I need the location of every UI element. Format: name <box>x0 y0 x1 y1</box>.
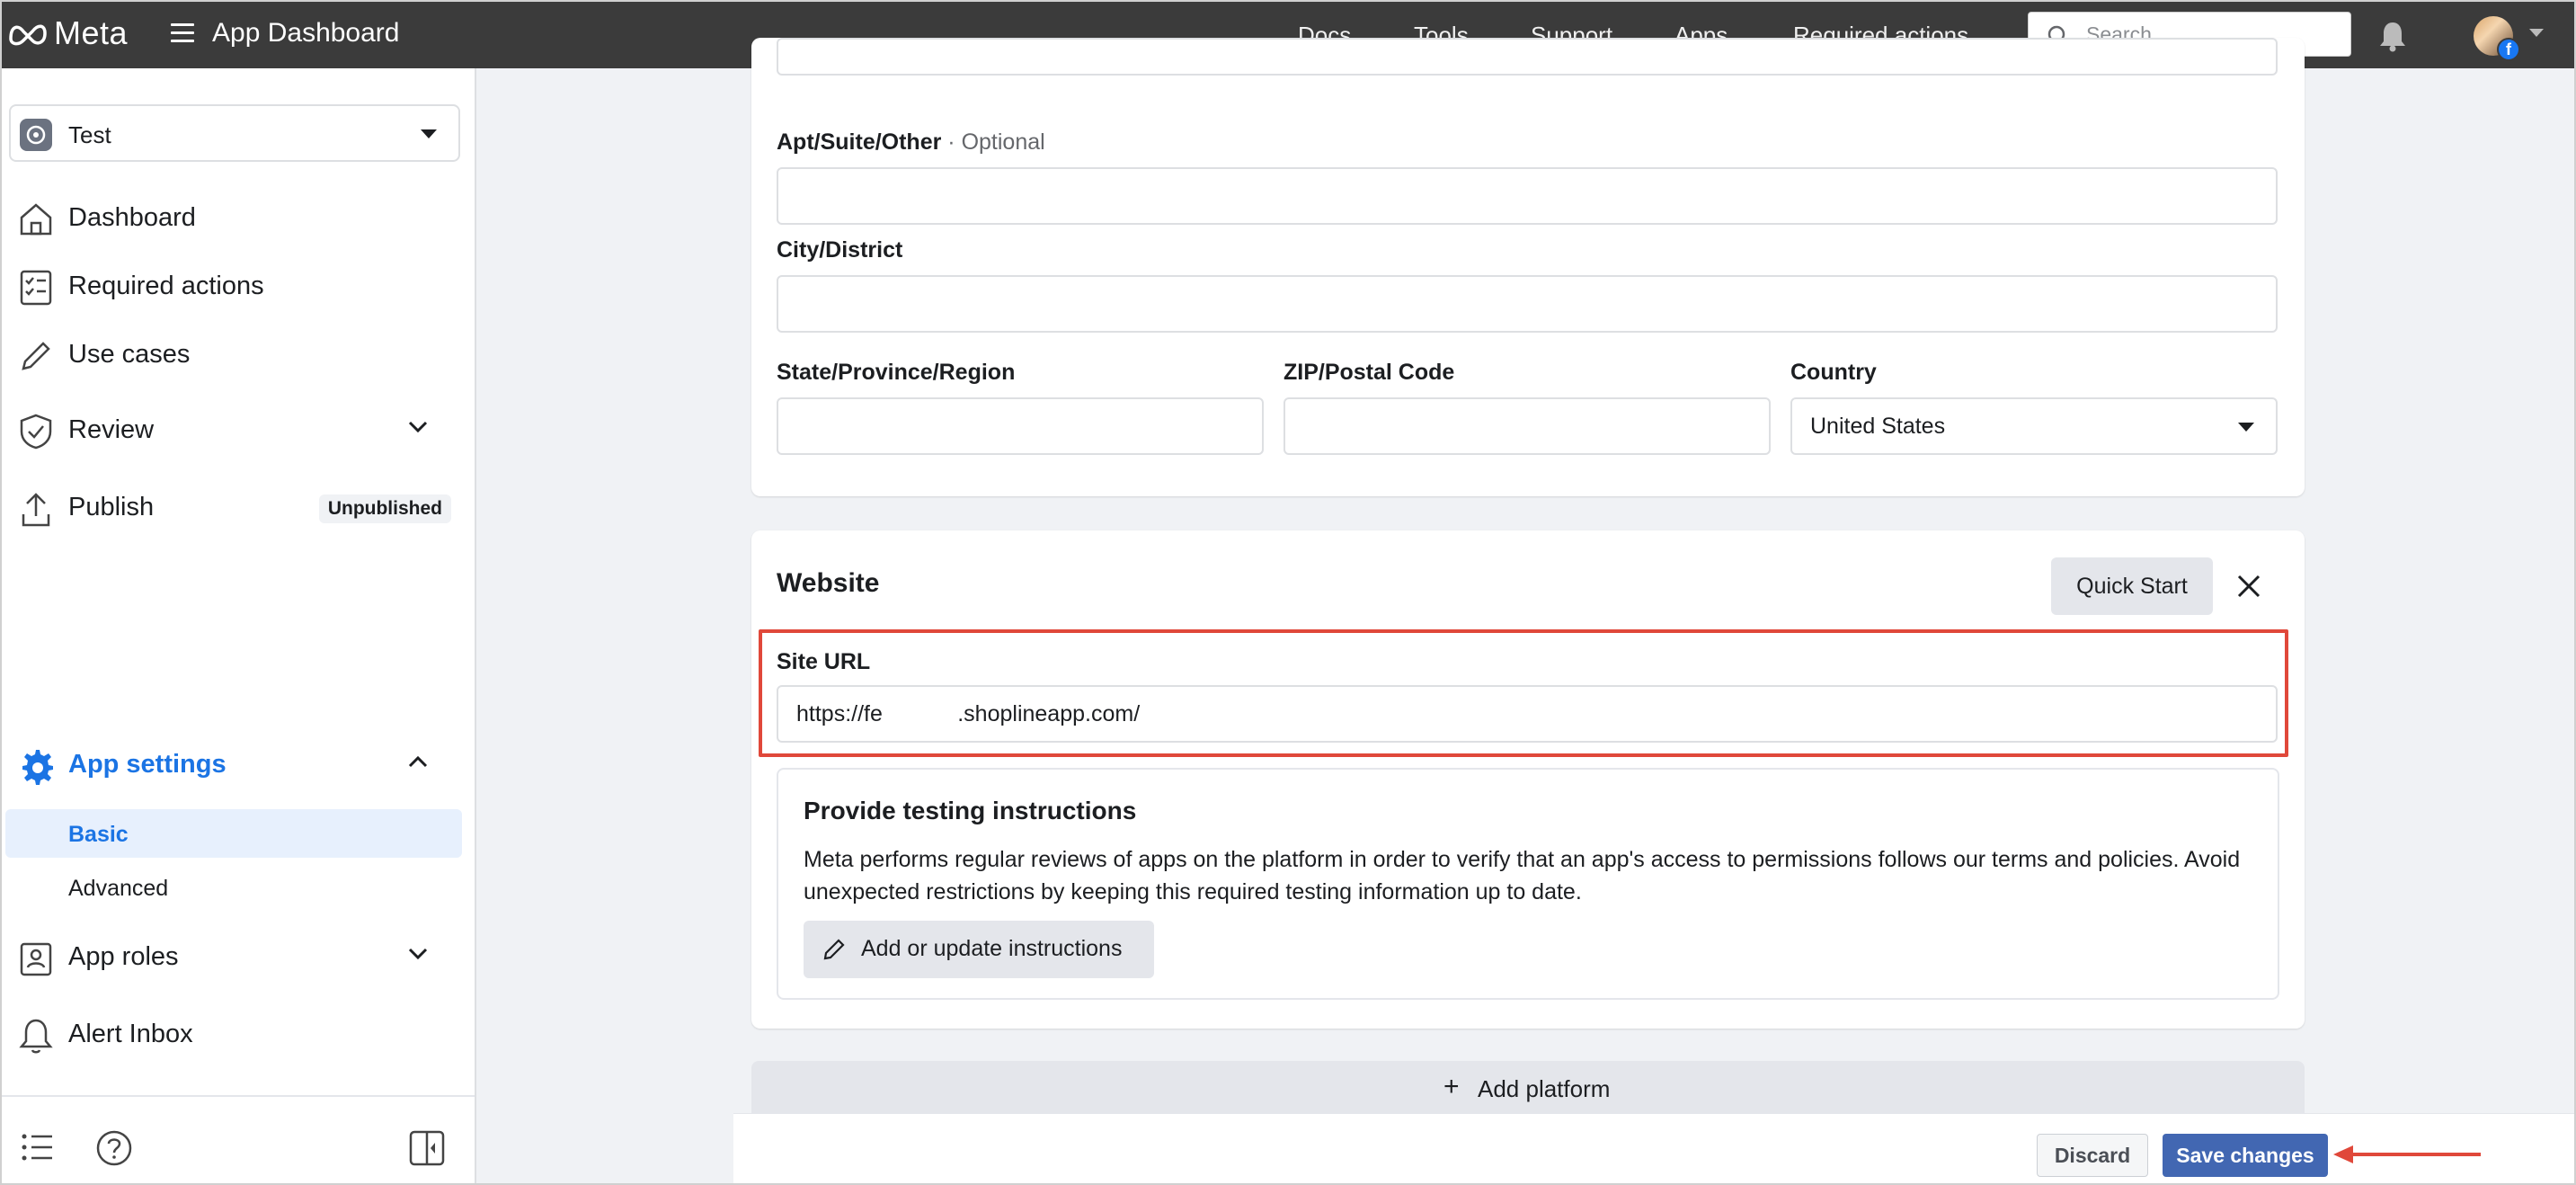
gear-icon <box>22 750 53 785</box>
upload-icon <box>22 493 50 527</box>
state-label: State/Province/Region <box>777 360 1016 385</box>
country-value: United States <box>1810 414 1946 439</box>
plus-icon: + <box>1443 1072 1460 1101</box>
sidebar-subitem-label: Advanced <box>68 876 169 901</box>
shield-check-icon <box>20 414 52 450</box>
country-select[interactable]: United States <box>1790 397 2278 455</box>
quick-start-button[interactable]: Quick Start <box>2051 557 2213 615</box>
sidebar-item-app-roles[interactable]: App roles <box>2 930 476 984</box>
apt-suite-field[interactable] <box>777 167 2278 225</box>
sidebar-item-app-settings[interactable]: App settings <box>2 737 476 791</box>
checklist-icon <box>20 270 52 306</box>
meta-wordmark: Meta <box>54 14 129 51</box>
state-field[interactable] <box>777 397 1264 455</box>
city-field[interactable] <box>777 275 2278 333</box>
menu-icon[interactable] <box>171 23 194 43</box>
add-platform-button[interactable]: + Add platform <box>751 1061 2305 1117</box>
sidebar: Test Dashboard Required actions Use case… <box>2 68 476 1183</box>
add-instructions-label: Add or update instructions <box>861 936 1123 961</box>
id-badge-icon <box>20 942 52 976</box>
sidebar-item-label: Required actions <box>68 272 264 300</box>
sidebar-item-label: Alert Inbox <box>68 1020 193 1048</box>
add-platform-label: Add platform <box>1478 1075 1611 1102</box>
sidebar-subitem-label: Basic <box>68 822 129 847</box>
annotation-arrow-icon <box>2333 1145 2481 1163</box>
website-title: Website <box>777 568 880 598</box>
list-icon[interactable] <box>20 1129 56 1165</box>
sidebar-subitem-basic[interactable]: Basic <box>5 809 462 858</box>
pencil-icon <box>823 939 845 960</box>
chevron-down-icon <box>408 948 428 960</box>
facebook-badge-icon: f <box>2497 38 2520 61</box>
close-icon[interactable] <box>2236 574 2261 599</box>
zip-label: ZIP/Postal Code <box>1284 360 1455 385</box>
meta-logo[interactable]: Meta <box>7 14 128 52</box>
zip-field[interactable] <box>1284 397 1771 455</box>
sidebar-item-label: Publish <box>68 493 155 521</box>
sidebar-item-required-actions[interactable]: Required actions <box>2 259 476 313</box>
app-selector[interactable]: Test <box>9 104 460 162</box>
app-gear-icon <box>20 119 52 151</box>
street-address-field[interactable] <box>777 38 2278 76</box>
pencil-icon <box>22 342 50 370</box>
app-dashboard-title: App Dashboard <box>212 18 400 48</box>
sidebar-item-review[interactable]: Review <box>2 403 476 457</box>
sidebar-item-alert-inbox[interactable]: Alert Inbox <box>2 1007 476 1061</box>
country-label: Country <box>1790 360 1877 385</box>
apt-label: Apt/Suite/Other · Optional <box>777 129 1045 156</box>
sidebar-item-label: Dashboard <box>68 203 196 232</box>
chevron-down-icon <box>421 129 437 138</box>
chevron-down-icon <box>2238 423 2254 432</box>
sidebar-item-label: App roles <box>68 942 179 971</box>
sidebar-item-label: App settings <box>68 750 227 779</box>
add-instructions-button[interactable]: Add or update instructions <box>804 921 1154 978</box>
home-icon <box>20 203 52 236</box>
status-badge: Unpublished <box>318 494 451 523</box>
sidebar-divider <box>2 1095 475 1097</box>
account-menu-caret-icon[interactable] <box>2529 29 2544 37</box>
sidebar-item-label: Review <box>68 415 155 444</box>
sidebar-item-dashboard[interactable]: Dashboard <box>2 191 476 245</box>
site-url-highlight <box>759 629 2288 757</box>
address-card: Apt/Suite/Other · Optional City/District… <box>751 38 2305 496</box>
apt-label-text: Apt/Suite/Other <box>777 129 942 155</box>
sidebar-subitem-advanced[interactable]: Advanced <box>5 863 462 912</box>
help-icon[interactable] <box>95 1129 133 1167</box>
app-window: Meta App Dashboard Docs Tools Support Ap… <box>0 0 2576 1185</box>
save-changes-button[interactable]: Save changes <box>2163 1134 2328 1177</box>
testing-description: Meta performs regular reviews of apps on… <box>804 847 2241 904</box>
collapse-sidebar-icon[interactable] <box>408 1129 446 1167</box>
sidebar-item-publish[interactable]: Publish Unpublished <box>2 480 476 534</box>
discard-button[interactable]: Discard <box>2037 1134 2148 1177</box>
optional-hint: · Optional <box>947 129 1045 155</box>
chevron-up-icon <box>408 755 428 768</box>
testing-instructions-card: Provide testing instructions Meta perfor… <box>777 768 2279 1000</box>
sidebar-item-use-cases[interactable]: Use cases <box>2 327 476 381</box>
chevron-down-icon <box>408 421 428 433</box>
meta-infinity-icon <box>9 24 47 46</box>
testing-title: Provide testing instructions <box>804 797 1137 824</box>
save-footer: Discard Save changes <box>733 1113 2574 1183</box>
app-name: Test <box>68 121 111 148</box>
sidebar-item-label: Use cases <box>68 340 191 369</box>
notifications-bell-icon[interactable] <box>2378 20 2407 52</box>
bell-icon <box>19 1019 53 1054</box>
user-avatar[interactable]: f <box>2474 16 2520 61</box>
city-label: City/District <box>777 237 903 263</box>
